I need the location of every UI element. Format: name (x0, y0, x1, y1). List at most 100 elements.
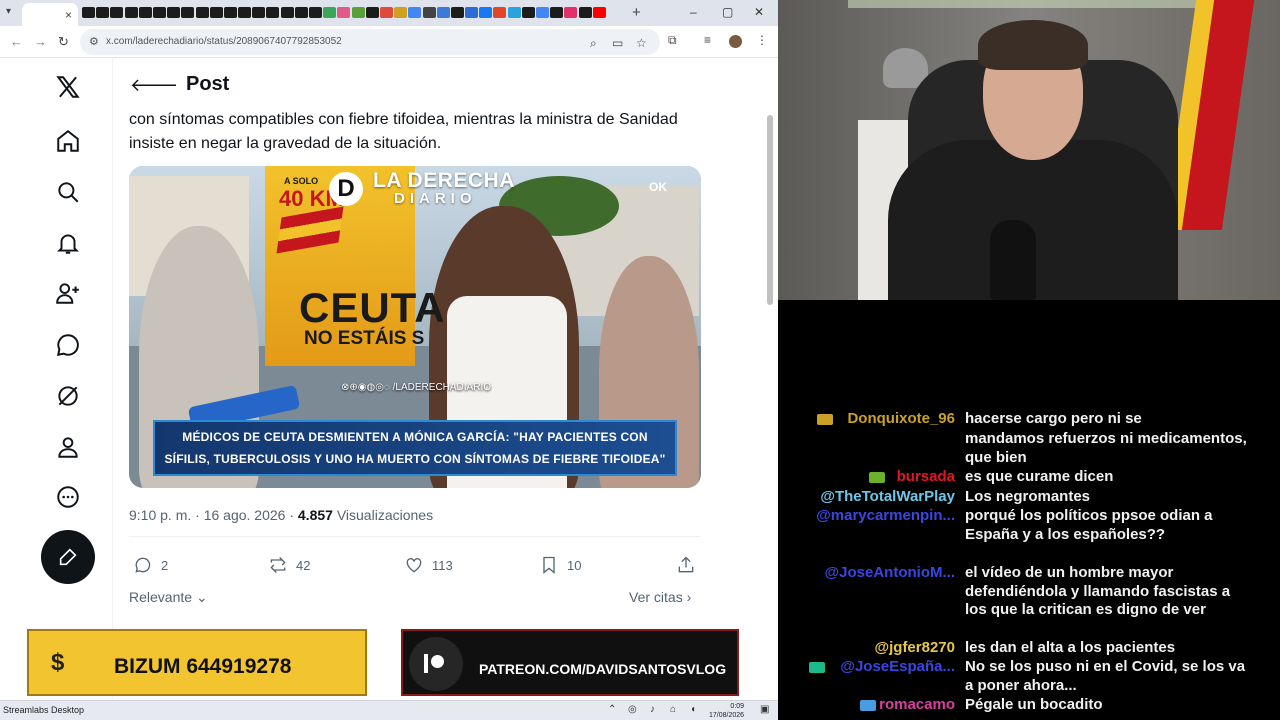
tab-favicon[interactable] (394, 7, 408, 18)
like-button[interactable]: 113 (404, 555, 453, 575)
tray-wifi-icon[interactable]: ◎ (628, 704, 637, 715)
chat-username[interactable]: Donquixote_96 (847, 410, 955, 427)
x-logo-icon[interactable] (44, 67, 92, 107)
more-icon[interactable] (44, 477, 92, 517)
chat-username[interactable]: @TheTotalWarPlay (820, 488, 955, 505)
tab-favicon[interactable] (96, 7, 110, 18)
maximize-button[interactable]: ▢ (722, 5, 733, 19)
active-tab[interactable]: × (22, 3, 78, 26)
forward-icon[interactable]: → (34, 34, 47, 49)
address-bar[interactable]: ⚙ x.com/laderechadiario/status/208906740… (80, 29, 660, 55)
notifications-icon[interactable] (44, 223, 92, 263)
tab-favicon[interactable] (323, 7, 337, 18)
tab-favicon[interactable] (252, 7, 266, 18)
tab-favicon[interactable] (507, 7, 521, 18)
tab-favicon[interactable] (238, 7, 252, 18)
poster-noestais-text: NO ESTÁIS S (304, 328, 425, 349)
taskbar-clock[interactable]: 0:09 17/08/2026 (709, 702, 744, 720)
tab-favicon[interactable] (110, 7, 124, 18)
chat-username[interactable]: @JoseEspaña... (840, 658, 955, 675)
chat-username[interactable]: @JoseAntonioM... (825, 564, 955, 581)
url-text[interactable]: x.com/laderechadiario/status/20890674077… (106, 36, 342, 47)
minimize-button[interactable]: – (690, 5, 697, 19)
profile-icon[interactable] (44, 427, 92, 467)
back-icon[interactable]: ← (10, 34, 23, 49)
tab-favicon[interactable] (592, 7, 606, 18)
tab-favicon[interactable] (422, 7, 436, 18)
tweet-media-video[interactable]: A SOLO 40 KM CEUTA NO ESTÁIS S D LA DERE… (129, 166, 701, 488)
zoom-icon[interactable]: ⌕ (590, 36, 597, 51)
media-control-icon[interactable]: ≡ (704, 33, 711, 47)
extensions-icon[interactable]: ⧉ (668, 33, 677, 48)
site-info-icon[interactable]: ⚙ (89, 35, 99, 48)
reply-icon (135, 557, 151, 573)
tab-favicon[interactable] (479, 7, 493, 18)
back-arrow-icon[interactable]: 🡐 (130, 75, 178, 96)
messages-icon[interactable] (44, 325, 92, 365)
tab-favicon[interactable] (536, 7, 549, 18)
tab-favicon[interactable] (408, 7, 422, 18)
profile-avatar[interactable] (729, 35, 742, 48)
tab-favicon[interactable] (124, 7, 138, 18)
tab-favicon[interactable] (138, 7, 152, 18)
repost-button[interactable]: 42 (268, 555, 310, 575)
tab-favicon[interactable] (294, 7, 308, 18)
tweet-timestamp[interactable]: 9:10 p. m. · 16 ago. 2026 · (129, 507, 298, 523)
notification-bell-icon[interactable]: ▣ (760, 704, 769, 715)
bookmark-star-icon[interactable]: ☆ (636, 36, 647, 50)
tray-mic-icon[interactable]: ♪ (650, 704, 655, 715)
sort-replies-dropdown[interactable]: Relevante ⌄ (129, 589, 208, 606)
tab-favicon[interactable] (280, 7, 294, 18)
compose-post-button[interactable] (41, 530, 95, 584)
bookmark-button[interactable]: 10 (539, 555, 581, 575)
cast-icon[interactable]: ▭ (612, 36, 623, 50)
home-icon[interactable] (44, 121, 92, 161)
post-header: 🡐 Post (113, 58, 765, 112)
social-handle: ⊗⊕◉◍◎◌ /LADERECHADIARIO (341, 382, 492, 393)
tab-favicon[interactable] (379, 7, 393, 18)
tab-favicon[interactable] (181, 7, 195, 18)
tab-favicon[interactable] (209, 7, 223, 18)
tab-favicon[interactable] (82, 7, 95, 18)
tab-favicon[interactable] (450, 7, 464, 18)
tab-favicon[interactable] (351, 7, 365, 18)
taskbar-app-label[interactable]: Streamlabs Desktop (3, 705, 84, 715)
tab-search-icon[interactable]: ▾ (6, 6, 11, 17)
tab-favicon[interactable] (152, 7, 166, 18)
tab-favicon[interactable] (465, 7, 479, 18)
tab-favicon[interactable] (365, 7, 379, 18)
tab-favicon[interactable] (337, 7, 351, 18)
follow-icon[interactable] (44, 273, 92, 313)
tab-favicon[interactable] (521, 7, 535, 18)
reload-icon[interactable]: ↻ (58, 34, 69, 50)
patreon-banner: PATREON.COM/DAVIDSANTOSVLOG (401, 629, 739, 696)
tab-favicon[interactable] (436, 7, 450, 18)
tab-favicon[interactable] (266, 7, 280, 18)
tray-chevron-icon[interactable]: ⌃ (608, 704, 616, 715)
tab-favicon[interactable] (493, 7, 507, 18)
reply-button[interactable]: 2 (133, 555, 168, 575)
tray-volume-icon[interactable]: ◖ (690, 704, 696, 715)
tab-favicon[interactable] (578, 7, 592, 18)
tab-close-icon[interactable]: × (65, 8, 72, 22)
grok-icon[interactable] (44, 376, 92, 416)
share-button[interactable] (676, 555, 704, 575)
menu-icon[interactable]: ⋮ (756, 33, 768, 47)
close-window-button[interactable]: ✕ (754, 5, 764, 19)
chat-username[interactable]: @marycarmenpin... (816, 507, 955, 524)
tab-favicon[interactable] (309, 7, 322, 18)
tray-network-icon[interactable]: ⌂ (670, 704, 676, 715)
tab-favicon[interactable] (167, 7, 181, 18)
new-tab-button[interactable]: + (632, 4, 641, 21)
scrollbar-thumb[interactable] (767, 115, 773, 305)
view-quotes-link[interactable]: Ver citas › (629, 589, 691, 605)
tab-favicon[interactable] (564, 7, 578, 18)
news-caption: MÉDICOS DE CEUTA DESMIENTEN A MÓNICA GAR… (153, 420, 677, 476)
tab-favicon[interactable] (195, 7, 209, 18)
chat-username[interactable]: bursada (897, 468, 955, 485)
explore-icon[interactable] (44, 172, 92, 212)
chat-username[interactable]: romacamo (879, 696, 955, 713)
tab-favicon[interactable] (550, 7, 564, 18)
tab-favicon[interactable] (223, 7, 237, 18)
chat-username[interactable]: @jgfer8270 (874, 639, 955, 656)
